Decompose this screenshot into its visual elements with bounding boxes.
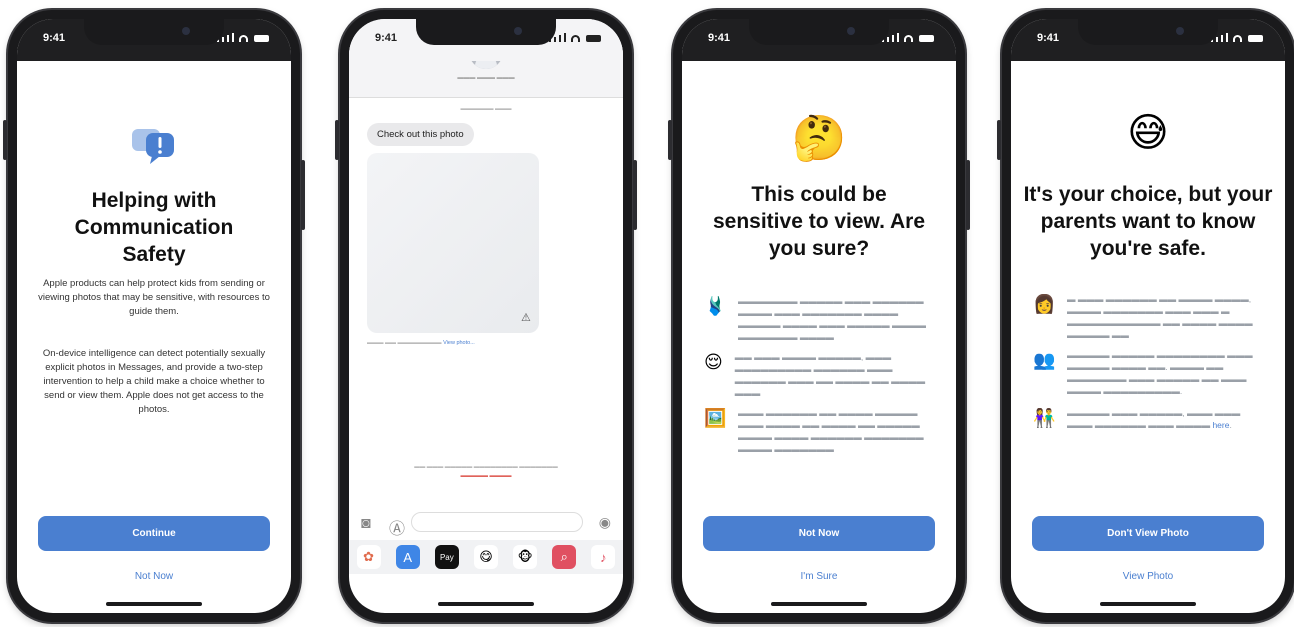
help-here-link[interactable]: here <box>1212 420 1229 430</box>
notification-avatar-icon: 👩 <box>1033 294 1056 314</box>
chat-bubble-alert-icon <box>130 123 178 165</box>
info-row-3: 👫 ▬▬▬▬▬ ▬▬▬ ▬▬▬▬▬, ▬▬▬ ▬▬▬ ▬▬▬ ▬▬▬▬▬▬ ▬▬… <box>1033 407 1265 431</box>
phone-1: 9:41 Helping with Communication Safety A… <box>3 10 305 622</box>
messages-content: ‹ ▬▬▬ ▬▬▬ ▬▬▬ ▬▬▬▬▬▬ ▬▬▬ Check out this … <box>349 33 623 613</box>
info-text: ▬ ▬▬▬ ▬▬▬▬▬▬ ▬▬ ▬▬▬▬ ▬▬▬▬, ▬▬▬▬ ▬▬▬▬▬▬▬ … <box>1067 294 1253 340</box>
message-timestamp: ▬▬▬▬▬▬ ▬▬▬ <box>460 106 512 112</box>
view-photo-button[interactable]: View Photo <box>1011 570 1285 583</box>
home-indicator[interactable] <box>1100 602 1196 606</box>
contact-name[interactable]: ▬▬▬ ▬▬▬ ▬▬▬ <box>349 75 623 81</box>
notch <box>84 19 224 45</box>
blurred-photo[interactable] <box>367 153 539 333</box>
info-text: ▬▬▬▬▬▬▬ ▬▬▬▬▬ ▬▬▬ ▬▬▬▬▬▬ ▬▬▬▬ ▬▬▬ ▬▬▬▬▬▬… <box>738 296 926 342</box>
search-images-icon[interactable]: ⌕ <box>552 545 577 569</box>
notch <box>1078 19 1218 45</box>
info-text: ▬▬ ▬▬▬ ▬▬▬▬ ▬▬▬▬▬, ▬▬▬ ▬▬▬▬▬▬▬▬▬ ▬▬▬▬▬▬ … <box>734 352 926 398</box>
dont-view-photo-button[interactable]: Don't View Photo <box>1032 516 1264 551</box>
info-row-1: 👩 ▬ ▬▬▬ ▬▬▬▬▬▬ ▬▬ ▬▬▬▬ ▬▬▬▬, ▬▬▬▬ ▬▬▬▬▬▬… <box>1033 293 1265 341</box>
page-title: Helping with Communication Safety <box>74 189 234 266</box>
content: 😅 It's your choice, but your parents wan… <box>1011 61 1285 613</box>
phone-3: 9:41 🤔 This could be sensitive to view. … <box>668 10 970 622</box>
not-now-button[interactable]: Not Now <box>703 516 935 551</box>
page-title: It's your choice, but your parents want … <box>1023 183 1273 260</box>
info-row-3: 🖼️ ▬▬▬ ▬▬▬▬▬▬ ▬▬ ▬▬▬▬ ▬▬▬▬▬ ▬▬▬ ▬▬▬▬ ▬▬ … <box>704 407 936 455</box>
screen-messages: 9:41 ‹ ▬▬▬ ▬▬▬ ▬▬▬ ▬▬▬▬▬▬ ▬▬▬ Check out … <box>349 19 623 613</box>
memoji-icon[interactable]: 😋 <box>473 545 498 569</box>
wifi-icon <box>1233 35 1242 42</box>
animoji-icon[interactable]: 🐵 <box>513 545 538 569</box>
wifi-icon <box>571 35 580 42</box>
message-bubble[interactable]: Check out this photo <box>367 123 474 146</box>
smiling-face-icon: 😌 <box>704 352 723 372</box>
apple-pay-icon[interactable]: Pay <box>434 545 459 569</box>
swimsuit-icon: 🩱 <box>704 296 727 316</box>
content: Helping with Communication Safety Apple … <box>17 61 291 613</box>
info-row-1: 🩱 ▬▬▬▬▬▬▬ ▬▬▬▬▬ ▬▬▬ ▬▬▬▬▬▬ ▬▬▬▬ ▬▬▬ ▬▬▬▬… <box>704 295 936 343</box>
intro-paragraph: Apple products can help protect kids fro… <box>38 278 270 317</box>
compose-bar: ◙ Ⓐ ◉ <box>349 509 623 539</box>
info-text: ▬▬▬ ▬▬▬▬▬▬ ▬▬ ▬▬▬▬ ▬▬▬▬▬ ▬▬▬ ▬▬▬▬ ▬▬ ▬▬▬… <box>738 408 924 454</box>
screen-sensitive-warning: 9:41 🤔 This could be sensitive to view. … <box>682 19 956 613</box>
status-time: 9:41 <box>1037 32 1060 44</box>
status-icons <box>1211 33 1263 42</box>
music-icon[interactable]: ♪ <box>591 545 616 569</box>
continue-button[interactable]: Continue <box>38 516 270 551</box>
battery-icon <box>254 35 269 42</box>
photo-person-icon: 🖼️ <box>704 408 727 428</box>
status-time: 9:41 <box>708 32 731 44</box>
not-now-button[interactable]: Not Now <box>17 570 291 583</box>
notch <box>416 19 556 45</box>
notice-link[interactable]: ▬▬▬▬▬ ▬▬▬▬ <box>379 472 593 481</box>
photos-app-icon[interactable]: ✿ <box>356 545 381 569</box>
page-title: This could be sensitive to view. Are you… <box>712 183 926 260</box>
memoji-parent-icon: 😅 <box>1127 111 1169 155</box>
thinking-face-icon: 🤔 <box>791 114 847 163</box>
phone-2: 9:41 ‹ ▬▬▬ ▬▬▬ ▬▬▬ ▬▬▬▬▬▬ ▬▬▬ Check out … <box>335 10 637 622</box>
camera-icon[interactable]: ◙ <box>361 515 371 533</box>
phone-4: 9:41 😅 It's your choice, but your parent… <box>997 10 1294 622</box>
im-sure-button[interactable]: I'm Sure <box>682 570 956 583</box>
status-icons <box>217 33 269 42</box>
warning-triangle-icon: ⚠ <box>521 312 531 324</box>
screen-parents-notice: 9:41 😅 It's your choice, but your parent… <box>1011 19 1285 613</box>
screen-communication-safety: 9:41 Helping with Communication Safety A… <box>17 19 291 613</box>
battery-icon <box>586 35 601 42</box>
view-photo-link[interactable]: View photo... <box>443 340 475 346</box>
wifi-icon <box>904 35 913 42</box>
status-time: 9:41 <box>43 32 66 44</box>
talk-people-icon: 👥 <box>1033 350 1056 370</box>
info-text: ▬▬▬▬▬ ▬▬▬▬▬ ▬▬▬▬▬▬▬▬ ▬▬▬ ▬▬▬▬▬ ▬▬▬▬ ▬▬. … <box>1067 350 1253 396</box>
app-store-icon[interactable]: A <box>395 545 420 569</box>
app-store-icon[interactable]: Ⓐ <box>389 515 405 539</box>
battery-icon <box>919 35 934 42</box>
home-indicator[interactable] <box>771 602 867 606</box>
notch <box>749 19 889 45</box>
group-icon: 👫 <box>1033 408 1056 428</box>
content: 🤔 This could be sensitive to view. Are y… <box>682 61 956 613</box>
message-input[interactable] <box>411 512 583 532</box>
home-indicator[interactable] <box>438 602 534 606</box>
info-text: ▬▬▬▬▬ ▬▬▬ ▬▬▬▬▬, ▬▬▬ ▬▬▬ ▬▬▬ ▬▬▬▬▬▬ ▬▬▬ … <box>1067 408 1241 430</box>
status-icons <box>882 33 934 42</box>
wifi-icon <box>239 35 248 42</box>
microphone-icon[interactable]: ◉ <box>599 514 611 531</box>
battery-icon <box>1248 35 1263 42</box>
status-icons <box>549 33 601 42</box>
info-row-2: 👥 ▬▬▬▬▬ ▬▬▬▬▬ ▬▬▬▬▬▬▬▬ ▬▬▬ ▬▬▬▬▬ ▬▬▬▬ ▬▬… <box>1033 349 1265 397</box>
safety-notice: ▬▬ ▬▬▬ ▬▬▬▬▬ ▬▬▬▬▬▬▬▬ ▬▬▬▬▬▬▬ ▬▬▬▬▬ ▬▬▬▬ <box>379 463 593 481</box>
info-row-2: 😌 ▬▬ ▬▬▬ ▬▬▬▬ ▬▬▬▬▬, ▬▬▬ ▬▬▬▬▬▬▬▬▬ ▬▬▬▬▬… <box>704 351 936 399</box>
app-drawer: ✿ A Pay 😋 🐵 ⌕ ♪ <box>349 540 623 574</box>
sensitive-caption: ▬▬▬ ▬▬ ▬▬▬▬▬▬▬▬ View photo... <box>367 340 475 346</box>
home-indicator[interactable] <box>106 602 202 606</box>
status-time: 9:41 <box>375 32 398 44</box>
detail-paragraph: On-device intelligence can detect potent… <box>42 348 266 415</box>
